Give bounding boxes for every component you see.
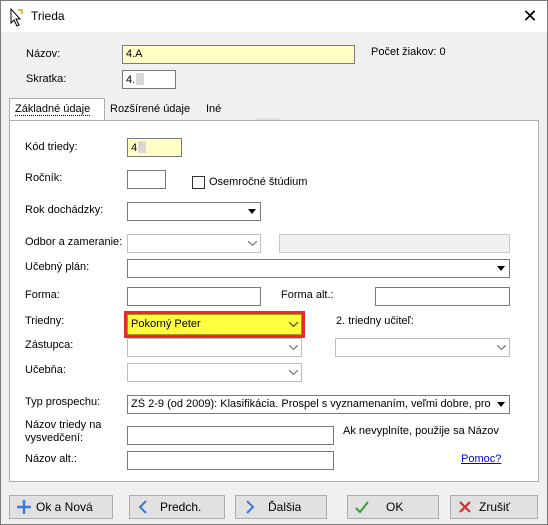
class-code-input[interactable]: 4 — [127, 138, 182, 157]
eight-year-label: Osemročné štúdium — [209, 176, 308, 188]
next-button[interactable]: Ďalšia — [235, 495, 327, 519]
attendance-year-select[interactable] — [127, 202, 261, 221]
teacher2-select[interactable] — [335, 338, 510, 357]
alt-name-input[interactable] — [127, 451, 334, 470]
chevron-right-icon — [246, 500, 255, 514]
cancel-button[interactable]: Zrušiť — [450, 495, 538, 519]
cert-name-label-line1: Názov triedy na — [25, 419, 102, 431]
ok-button[interactable]: OK — [347, 495, 439, 519]
ok-new-label: Ok a Nová — [36, 500, 93, 514]
redaction-block — [136, 73, 145, 85]
chevron-down-icon[interactable] — [493, 339, 509, 356]
ok-label: OK — [386, 500, 404, 514]
field-label: Odbor a zameranie: — [25, 236, 123, 248]
dialog-window: Trieda ✕ Názov: 4.A Počet žiakov: 0 Skra… — [0, 0, 548, 525]
deputy-label: Zástupca: — [25, 339, 74, 351]
checkmark-icon — [355, 501, 369, 514]
chevron-down-icon[interactable] — [493, 396, 509, 413]
class-code-label: Kód triedy: — [25, 141, 78, 153]
prev-label: Predch. — [160, 500, 202, 514]
cancel-label: Zrušiť — [479, 500, 511, 514]
short-input[interactable]: 4. — [122, 70, 176, 89]
form-label: Forma: — [25, 289, 60, 301]
teacher-select[interactable]: Pokorný Peter — [127, 314, 302, 335]
chevron-left-icon — [138, 500, 147, 514]
year-input[interactable] — [127, 170, 166, 189]
plan-select[interactable] — [127, 259, 510, 278]
cert-name-input[interactable] — [127, 426, 334, 445]
name-input[interactable]: 4.A — [122, 45, 355, 64]
plan-label: Učebný plán: — [25, 261, 90, 273]
chevron-down-icon[interactable] — [493, 260, 509, 277]
progress-type-value: ZŠ 2-9 (od 2009): Klasifikácia. Prospel … — [131, 398, 491, 410]
close-icon — [459, 501, 471, 513]
tab-basic[interactable]: Základné údaje — [9, 98, 105, 122]
chevron-down-icon[interactable] — [285, 339, 301, 356]
cert-name-label-line2: vysvedčení: — [25, 432, 84, 444]
cert-name-hint: Ak nevyplníte, použije sa Názov — [343, 425, 499, 437]
prev-button[interactable]: Predch. — [129, 495, 225, 519]
progress-type-label: Typ prospechu: — [25, 396, 101, 408]
tab-basic-label: Základné údaje — [15, 103, 91, 116]
title-bar[interactable]: Trieda ✕ — [1, 1, 547, 32]
year-label: Ročník: — [25, 172, 63, 184]
pupil-count-label: Počet žiakov: 0 — [371, 46, 446, 58]
tab-extended[interactable]: Rozšírené údaje — [105, 99, 195, 121]
redaction-block — [138, 141, 147, 153]
short-label: Skratka: — [26, 73, 67, 85]
chevron-down-icon[interactable] — [285, 315, 301, 334]
room-select[interactable] — [127, 363, 302, 382]
form-alt-label: Forma alt.: — [281, 289, 334, 301]
teacher2-label: 2. triedny učiteľ: — [336, 315, 414, 327]
form-alt-input[interactable] — [375, 287, 510, 306]
close-icon[interactable]: ✕ — [515, 4, 545, 28]
deputy-select[interactable] — [127, 338, 302, 357]
progress-type-select[interactable]: ZŠ 2-9 (od 2009): Klasifikácia. Prospel … — [127, 395, 510, 414]
field-extra-input — [279, 234, 510, 253]
teacher-label: Triedny: — [25, 315, 65, 327]
chevron-down-icon[interactable] — [244, 235, 260, 252]
name-label: Názov: — [26, 48, 61, 60]
help-link[interactable]: Pomoc? — [461, 453, 501, 465]
chevron-down-icon[interactable] — [285, 364, 301, 381]
room-label: Učebňa: — [25, 364, 66, 376]
form-input[interactable] — [127, 287, 261, 306]
alt-name-label: Názov alt.: — [25, 453, 77, 465]
teacher-value: Pokorný Peter — [131, 318, 201, 330]
window-title: Trieda — [31, 9, 65, 23]
cursor-pointer-icon — [10, 7, 23, 27]
chevron-down-icon[interactable] — [244, 203, 260, 220]
eight-year-checkbox[interactable] — [192, 176, 205, 189]
tab-other[interactable]: Iné — [201, 99, 226, 121]
class-code-value: 4 — [131, 142, 138, 154]
attendance-year-label: Rok dochádzky: — [25, 204, 104, 216]
plus-icon — [17, 500, 31, 514]
field-select[interactable] — [127, 234, 261, 253]
short-value: 4. — [126, 74, 136, 86]
next-label: Ďalšia — [268, 500, 302, 514]
ok-new-button[interactable]: Ok a Nová — [9, 495, 113, 519]
